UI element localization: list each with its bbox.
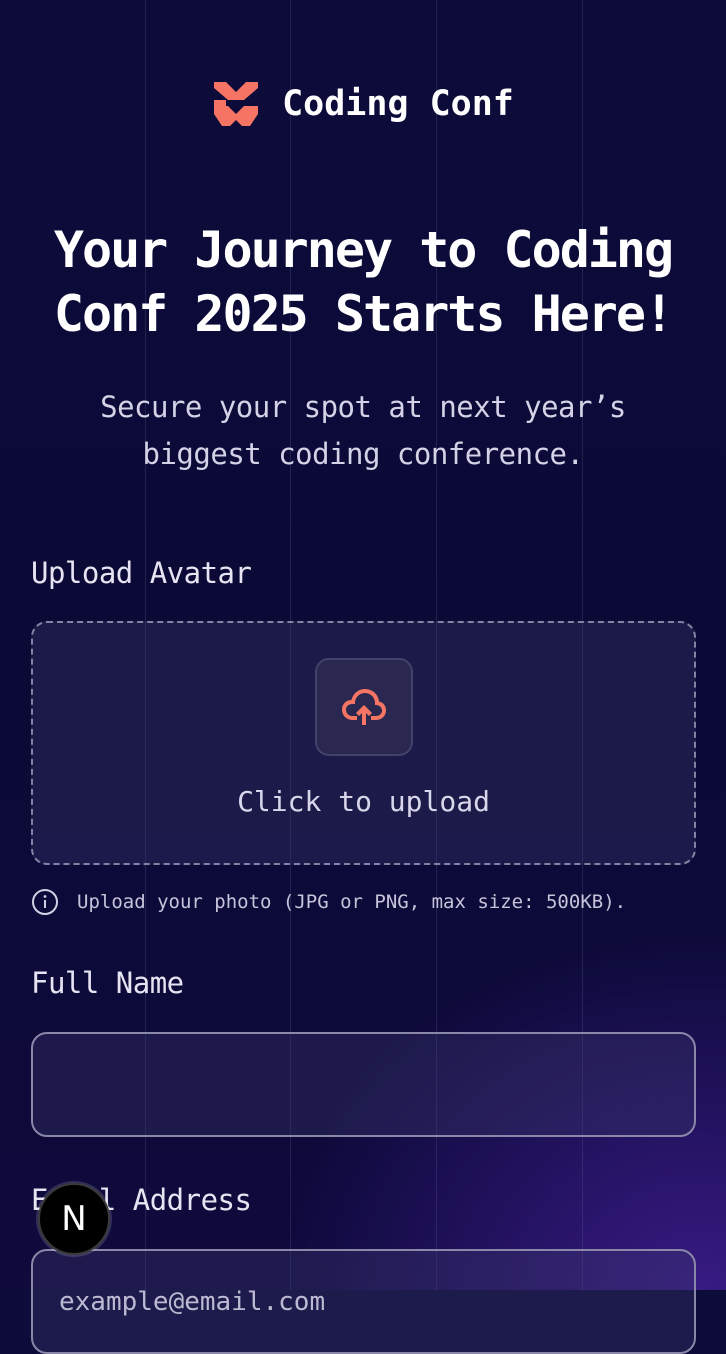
cloud-upload-icon (342, 689, 386, 725)
coding-conf-logo-icon (214, 82, 259, 126)
nextjs-dev-badge[interactable]: N (38, 1183, 110, 1255)
brand-name: Coding Conf (282, 84, 514, 124)
page-title: Your Journey to Coding Conf 2025 Starts … (53, 221, 674, 343)
upload-icon-container (315, 658, 413, 756)
brand-logo: Coding Conf (0, 80, 726, 128)
nextjs-icon: N (61, 1199, 87, 1239)
avatar-label: Upload Avatar (31, 556, 252, 590)
full-name-input[interactable] (31, 1032, 696, 1137)
full-name-label: Full Name (31, 966, 184, 1000)
hint-text: Upload your photo (JPG or PNG, max size:… (77, 891, 627, 913)
email-input[interactable] (31, 1249, 696, 1354)
upload-instruction: Click to upload (237, 785, 490, 818)
avatar-upload-dropzone[interactable]: Click to upload (31, 621, 696, 865)
info-icon (32, 889, 58, 915)
avatar-upload-hint: Upload your photo (JPG or PNG, max size:… (31, 888, 626, 916)
page-subtitle: Secure your spot at next year’s biggest … (100, 390, 626, 471)
